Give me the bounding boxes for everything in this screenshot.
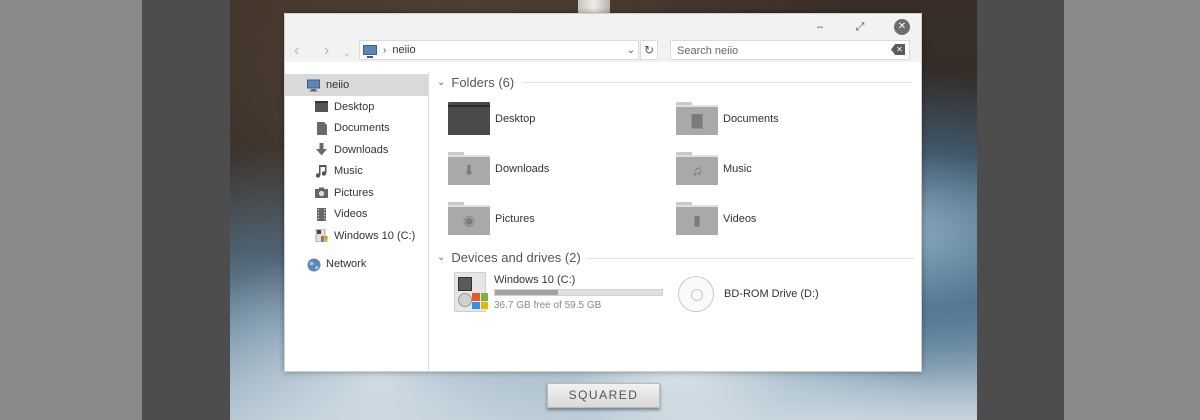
drives-group-header[interactable]: ⌄ Devices and drives (2) (437, 248, 581, 266)
drive-name: Windows 10 (C:) (494, 273, 576, 286)
folder-tile-desktop[interactable]: Desktop (448, 102, 535, 135)
clear-search-icon[interactable]: ✕ (891, 44, 905, 55)
theme-name-label: SQUARED (547, 383, 660, 408)
film-icon (315, 207, 328, 221)
wallpaper-waterfall (578, 0, 610, 14)
download-arrow-icon (315, 143, 328, 156)
search-box: ✕ (670, 40, 910, 60)
sidebar-item-desktop[interactable]: Desktop (285, 96, 428, 118)
sidebar-item-documents[interactable]: Documents (285, 118, 428, 140)
computer-icon (363, 45, 377, 58)
folders-group-title: Folders (6) (451, 74, 515, 90)
sidebar-item-neiio[interactable]: neiio (285, 74, 428, 96)
computer-icon (307, 79, 320, 92)
folder-label: Downloads (495, 162, 550, 175)
sidebar-item-label: Desktop (334, 100, 375, 113)
desktop-folder-icon (448, 102, 490, 135)
forward-button[interactable]: › (324, 42, 329, 60)
sidebar-item-downloads[interactable]: Downloads (285, 139, 428, 161)
group-divider (522, 82, 912, 83)
sidebar-item-label: Music (334, 165, 363, 178)
sidebar-item-label: Network (326, 258, 367, 271)
folder-label: Music (723, 162, 752, 175)
music-folder-icon: ♫ (676, 152, 718, 185)
drive-usage-bar (494, 288, 663, 296)
hard-drive-icon (454, 272, 488, 312)
sidebar-item-label: Pictures (334, 186, 374, 199)
close-button[interactable]: ✕ (894, 19, 910, 35)
camera-icon (315, 186, 328, 199)
drive-name: BD-ROM Drive (D:) (724, 288, 819, 300)
sidebar-item-music[interactable]: Music (285, 161, 428, 183)
drive-tile-d[interactable]: BD-ROM Drive (D:) (678, 276, 819, 312)
maximize-button[interactable]: ⤢ (852, 19, 868, 35)
drives-group-title: Devices and drives (2) (451, 249, 581, 265)
sidebar-item-label: Windows 10 (C:) (334, 229, 416, 242)
address-history-dropdown[interactable]: ⌄ (624, 45, 638, 56)
file-explorer-window: – ⤢ ✕ ‹ › ⌄ › neiio ⌄ ↻ ✕ neiio (284, 13, 922, 372)
group-divider (586, 258, 914, 259)
optical-disc-icon (678, 276, 714, 312)
content-pane[interactable]: ⌄ Folders (6) Desktop ▇ Documents ⬇ Down… (429, 72, 921, 371)
sidebar-item-network[interactable]: Network (285, 254, 428, 276)
folders-group-header[interactable]: ⌄ Folders (6) (437, 73, 514, 91)
desktop-frame-right (977, 0, 1065, 420)
desktop-icon (315, 100, 328, 113)
globe-icon (307, 258, 321, 272)
folder-tile-pictures[interactable]: ◉ Pictures (448, 202, 535, 235)
folder-tile-documents[interactable]: ▇ Documents (676, 102, 779, 135)
sidebar-item-pictures[interactable]: Pictures (285, 182, 428, 204)
recent-locations-button[interactable]: ⌄ (343, 44, 351, 62)
document-icon (315, 121, 328, 135)
desktop-frame-left (142, 0, 230, 420)
page-background-left (0, 0, 142, 420)
navigation-pane[interactable]: neiio Desktop Documents Downloads Music … (285, 72, 429, 371)
documents-folder-icon: ▇ (676, 102, 718, 135)
folder-label: Videos (723, 212, 757, 225)
sidebar-item-label: Documents (334, 122, 390, 135)
sidebar-item-label: Videos (334, 208, 368, 221)
videos-folder-icon: ▮ (676, 202, 718, 235)
drive-tile-c[interactable]: Windows 10 (C:) 36.7 GB free of 59.5 GB (454, 272, 663, 312)
sidebar-item-label: Downloads (334, 143, 389, 156)
title-bar[interactable]: – ⤢ ✕ (285, 14, 921, 40)
windows-logo-icon (472, 293, 488, 309)
folder-label: Documents (723, 112, 779, 125)
page-background-right (1064, 0, 1200, 420)
chevron-down-icon: ⌄ (437, 76, 446, 88)
folder-tile-music[interactable]: ♫ Music (676, 152, 752, 185)
navigation-bar: ‹ › ⌄ › neiio ⌄ ↻ ✕ (285, 40, 921, 62)
address-bar[interactable]: › neiio ⌄ (359, 40, 639, 60)
drive-free-space: 36.7 GB free of 59.5 GB (494, 299, 602, 311)
drive-icon (315, 228, 328, 243)
explorer-body: neiio Desktop Documents Downloads Music … (285, 72, 921, 371)
sidebar-item-label: neiio (326, 79, 350, 91)
pictures-folder-icon: ◉ (448, 202, 490, 235)
breadcrumb-neiio[interactable]: neiio (392, 44, 624, 56)
sidebar-item-windows-10-c[interactable]: Windows 10 (C:) (285, 225, 428, 247)
chevron-down-icon: ⌄ (437, 251, 446, 263)
folder-tile-videos[interactable]: ▮ Videos (676, 202, 756, 235)
music-note-icon (315, 164, 328, 178)
folder-tile-downloads[interactable]: ⬇ Downloads (448, 152, 549, 185)
breadcrumb-separator-icon[interactable]: › (383, 45, 386, 56)
back-button[interactable]: ‹ (294, 42, 299, 60)
downloads-folder-icon: ⬇ (448, 152, 490, 185)
minimize-button[interactable]: – (812, 19, 828, 35)
search-input[interactable] (677, 42, 877, 60)
folder-label: Pictures (495, 212, 535, 225)
refresh-button[interactable]: ↻ (640, 40, 658, 60)
folder-label: Desktop (495, 112, 536, 125)
sidebar-item-videos[interactable]: Videos (285, 204, 428, 226)
